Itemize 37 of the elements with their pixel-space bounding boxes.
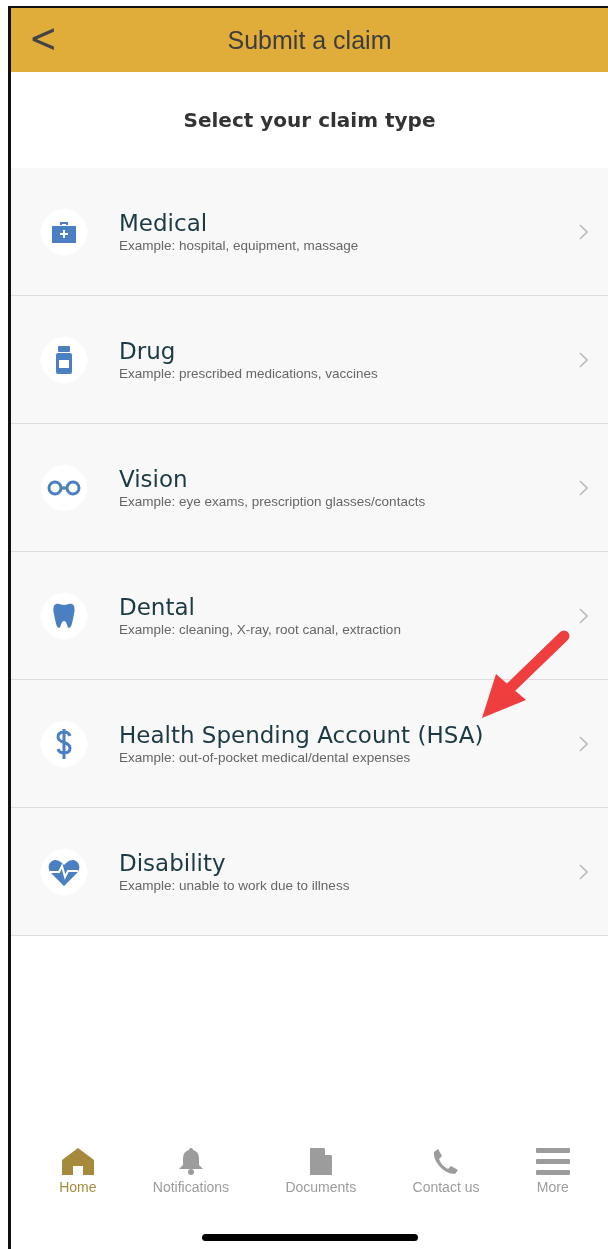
claim-type-example: Example: hospital, equipment, massage — [119, 238, 360, 253]
section-heading: Select your claim type — [182, 107, 437, 134]
heart-pulse-icon — [48, 857, 80, 886]
claim-type-row[interactable]: Vision Example: eye exams, prescription glasses/contacts — [11, 424, 608, 552]
claim-type-row[interactable]: Disability Example: unable to work due to illness — [11, 808, 608, 936]
chevron-icon — [579, 607, 588, 624]
claim-type-row[interactable]: Dental Example: cleaning, X-ray, root canal, extraction — [11, 552, 608, 680]
document-icon — [309, 1148, 332, 1175]
tooth-icon — [53, 602, 75, 629]
claim-type-name: Drug — [119, 338, 177, 364]
claim-type-example: Example: cleaning, X-ray, root canal, extraction — [119, 622, 402, 637]
claim-type-example: Example: unable to work due to illness — [119, 878, 351, 893]
pill-bottle-icon — [55, 345, 73, 374]
claim-type-example: Example: out-of-pocket medical/dental expenses — [119, 750, 412, 765]
claim-type-name: Medical — [119, 210, 209, 236]
chevron-icon — [579, 479, 588, 496]
dollar-icon — [55, 727, 73, 760]
chevron-icon — [579, 223, 588, 240]
claim-type-name: Vision — [119, 466, 189, 492]
bell-icon — [177, 1148, 204, 1175]
chevron-icon — [579, 735, 588, 752]
claim-type-name: Dental — [119, 594, 196, 620]
claim-type-name: Health Spending Account (HSA) — [119, 722, 485, 748]
claim-type-row[interactable]: Medical Example: hospital, equipment, massage — [11, 168, 608, 296]
back-button[interactable]: < — [25, 14, 62, 62]
claim-type-example: Example: prescribed medications, vaccines — [119, 366, 379, 381]
claim-type-example: Example: eye exams, prescription glasses/contacts — [119, 494, 427, 509]
claim-type-name: Disability — [119, 850, 227, 876]
page-title: Submit a claim — [227, 25, 392, 55]
medical-kit-icon — [52, 220, 76, 243]
chevron-icon — [579, 863, 588, 880]
home-icon — [61, 1148, 94, 1175]
glasses-icon — [47, 479, 81, 496]
phone-icon — [433, 1148, 459, 1175]
claim-type-row[interactable]: Drug Example: prescribed medications, vaccines — [11, 296, 608, 424]
menu-icon — [535, 1148, 570, 1175]
chevron-icon — [579, 351, 588, 368]
